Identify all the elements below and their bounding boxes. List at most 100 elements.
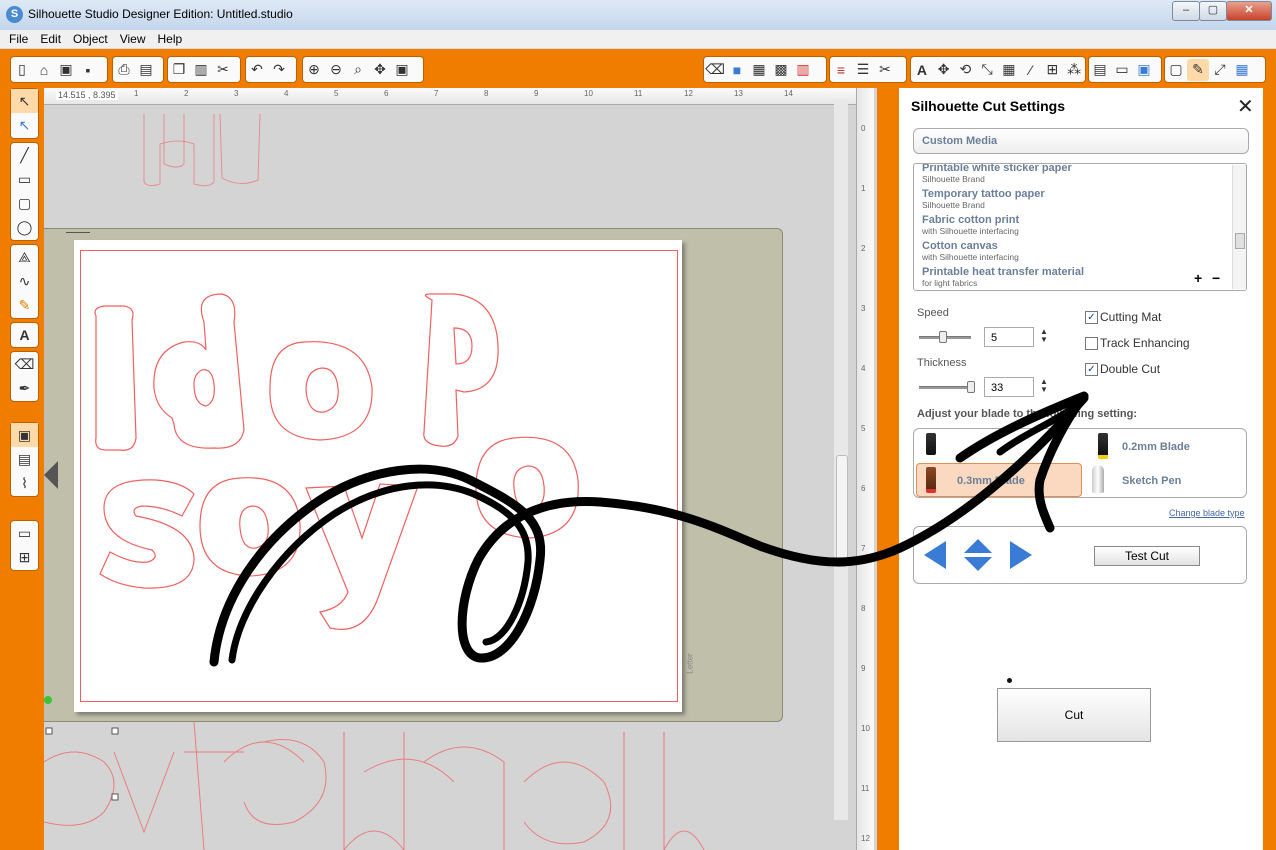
media-name: Printable heat transfer material [922, 266, 1085, 278]
cutting-mat-checkbox[interactable]: ✓ [1085, 311, 1098, 324]
open-folder-icon[interactable]: ⌂ [33, 59, 55, 81]
rounded-rectangle-tool-icon[interactable]: ▢ [11, 191, 38, 215]
new-document-icon[interactable]: ▯ [11, 59, 33, 81]
eraser-tool-icon[interactable]: ⌫ [11, 352, 38, 376]
design-workspace[interactable]: 14.515 , 8.395 1 2 3 4 5 6 7 8 9 10 11 1… [44, 88, 877, 850]
split-panel-icon[interactable]: ⊞ [11, 545, 38, 569]
cut-style-icon[interactable]: ✂ [874, 59, 896, 81]
media-subtitle: Silhouette Brand [922, 174, 985, 184]
library-icon[interactable]: ▤ [1089, 59, 1111, 81]
undo-icon[interactable]: ↶ [246, 59, 268, 81]
thickness-slider-knob[interactable] [967, 381, 975, 393]
online-store-icon[interactable]: ▭ [1111, 59, 1133, 81]
double-cut-checkbox[interactable]: ✓ [1085, 363, 1098, 376]
line-tool-icon[interactable]: ╱ [11, 143, 38, 167]
knife-tool-icon[interactable]: ✒ [11, 376, 38, 400]
scrollbar-thumb[interactable] [836, 455, 848, 567]
polygon-tool-icon[interactable]: ⟁ [11, 245, 38, 269]
shear-icon[interactable]: ⁄ [1020, 59, 1042, 81]
menu-file[interactable]: File [0, 30, 34, 48]
remove-media-button[interactable]: − [1212, 270, 1220, 286]
rectangle-tool-icon[interactable]: ▭ [11, 167, 38, 191]
redo-icon[interactable]: ↷ [268, 59, 290, 81]
list-item[interactable]: Cotton canvas with Silhouette interfacin… [922, 240, 1019, 262]
speed-spinner-icon[interactable]: ▲ ▼ [1040, 328, 1048, 344]
scissors-icon[interactable]: ✂ [212, 59, 234, 81]
line-color-icon[interactable]: ▥ [792, 59, 814, 81]
direction-arrows-icon[interactable] [920, 537, 1040, 573]
save-to-sd-icon[interactable]: ▪ [77, 59, 99, 81]
fit-page-icon[interactable]: ▣ [391, 59, 413, 81]
cut-send-icon[interactable]: ▤ [135, 59, 157, 81]
replicate-icon[interactable]: ⁂ [1063, 59, 1085, 81]
list-item[interactable]: Printable heat transfer material for lig… [922, 266, 1084, 288]
close-window-button[interactable]: ✕ [1226, 1, 1272, 21]
list-item[interactable]: Printable white sticker paper Silhouette… [922, 164, 1072, 184]
align-icon[interactable]: ⊞ [1042, 59, 1064, 81]
collapse-arrow-icon[interactable] [44, 461, 58, 489]
select-arrow-icon[interactable]: ↖ [11, 89, 38, 113]
line-style-icon[interactable]: ☰ [852, 59, 874, 81]
eraser-fill-icon[interactable]: ⌫ [704, 59, 726, 81]
media-list-scrollbar[interactable] [1232, 165, 1246, 289]
media-list[interactable]: Printable white sticker paper Silhouette… [913, 163, 1247, 291]
fullscreen-icon[interactable]: ⤢ [1209, 59, 1231, 81]
fill-pattern-icon[interactable]: ▩ [770, 59, 792, 81]
change-blade-link[interactable]: Change blade type [1169, 508, 1245, 518]
media-icon[interactable]: ▣ [1133, 59, 1155, 81]
menu-help[interactable]: Help [152, 30, 189, 48]
blade-02-icon [926, 433, 936, 455]
speed-input[interactable]: 5 [984, 327, 1034, 347]
blade-option-label[interactable]: Sketch Pen [1122, 475, 1181, 487]
title-bar: S Silhouette Studio Designer Edition: Un… [0, 0, 1276, 30]
pan-icon[interactable]: ✥ [369, 59, 391, 81]
thickness-spinner-icon[interactable]: ▲ ▼ [1040, 378, 1048, 394]
cut-button[interactable]: Cut [997, 688, 1151, 742]
text-tool-icon[interactable]: A [11, 323, 38, 347]
list-item[interactable]: Temporary tattoo paper Silhouette Brand [922, 188, 1045, 210]
curve-tool-icon[interactable]: ∿ [11, 269, 38, 293]
rotate-icon[interactable]: ⟲ [955, 59, 977, 81]
line-color-stripes-icon[interactable]: ≡ [830, 59, 852, 81]
speed-slider-knob[interactable] [939, 331, 947, 343]
menu-edit[interactable]: Edit [34, 30, 67, 48]
grid-icon[interactable]: ▦ [998, 59, 1020, 81]
media-type-field[interactable]: Custom Media [913, 128, 1249, 154]
maximize-button[interactable]: ▢ [1199, 1, 1227, 21]
media-scroll-thumb[interactable] [1235, 233, 1245, 249]
page-view-icon[interactable]: ▣ [11, 423, 38, 447]
cut-settings-icon[interactable]: ✎ [1187, 58, 1209, 81]
fill-color-icon[interactable]: ■ [726, 59, 748, 81]
thickness-input[interactable]: 33 [984, 377, 1034, 397]
text-style-icon[interactable]: A [911, 59, 933, 81]
edit-points-icon[interactable]: ↖ [11, 113, 38, 137]
zoom-out-icon[interactable]: ⊖ [325, 59, 347, 81]
fill-gradient-icon[interactable]: ▦ [748, 59, 770, 81]
zoom-select-icon[interactable]: ⌕ [347, 59, 369, 81]
menu-view[interactable]: View [114, 30, 152, 48]
print-icon[interactable]: ⎙ [113, 59, 135, 81]
save-icon[interactable]: ▣ [55, 59, 77, 81]
track-enhancing-checkbox[interactable] [1085, 337, 1098, 350]
test-cut-button[interactable]: Test Cut [1094, 546, 1200, 566]
blade-option-label[interactable]: 0.3mm Blade [957, 475, 1025, 487]
trace-tool-icon[interactable]: ⌇ [11, 471, 38, 495]
add-media-button[interactable]: + [1194, 270, 1202, 286]
menu-object[interactable]: Object [67, 30, 114, 48]
close-panel-icon[interactable]: ✕ [1237, 94, 1254, 119]
single-panel-icon[interactable]: ▭ [11, 521, 38, 545]
zoom-in-icon[interactable]: ⊕ [303, 59, 325, 81]
copy-icon[interactable]: ❐ [168, 59, 190, 81]
freehand-tool-icon[interactable]: ✎ [11, 293, 38, 317]
library-view-icon[interactable]: ▤ [11, 447, 38, 471]
paste-icon[interactable]: ▥ [190, 59, 212, 81]
thickness-slider[interactable] [919, 386, 971, 389]
grid-settings-icon[interactable]: ▦ [1231, 59, 1253, 81]
minimize-button[interactable]: – [1172, 1, 1200, 21]
ellipse-tool-icon[interactable]: ◯ [11, 215, 38, 239]
page-setup-icon[interactable]: ▢ [1165, 59, 1187, 81]
transform-icon[interactable]: ✥ [933, 59, 955, 81]
list-item[interactable]: Fabric cotton print with Silhouette inte… [922, 214, 1019, 236]
scale-icon[interactable]: ⤡ [976, 59, 998, 81]
blade-option-label[interactable]: 0.2mm Blade [1122, 441, 1190, 453]
